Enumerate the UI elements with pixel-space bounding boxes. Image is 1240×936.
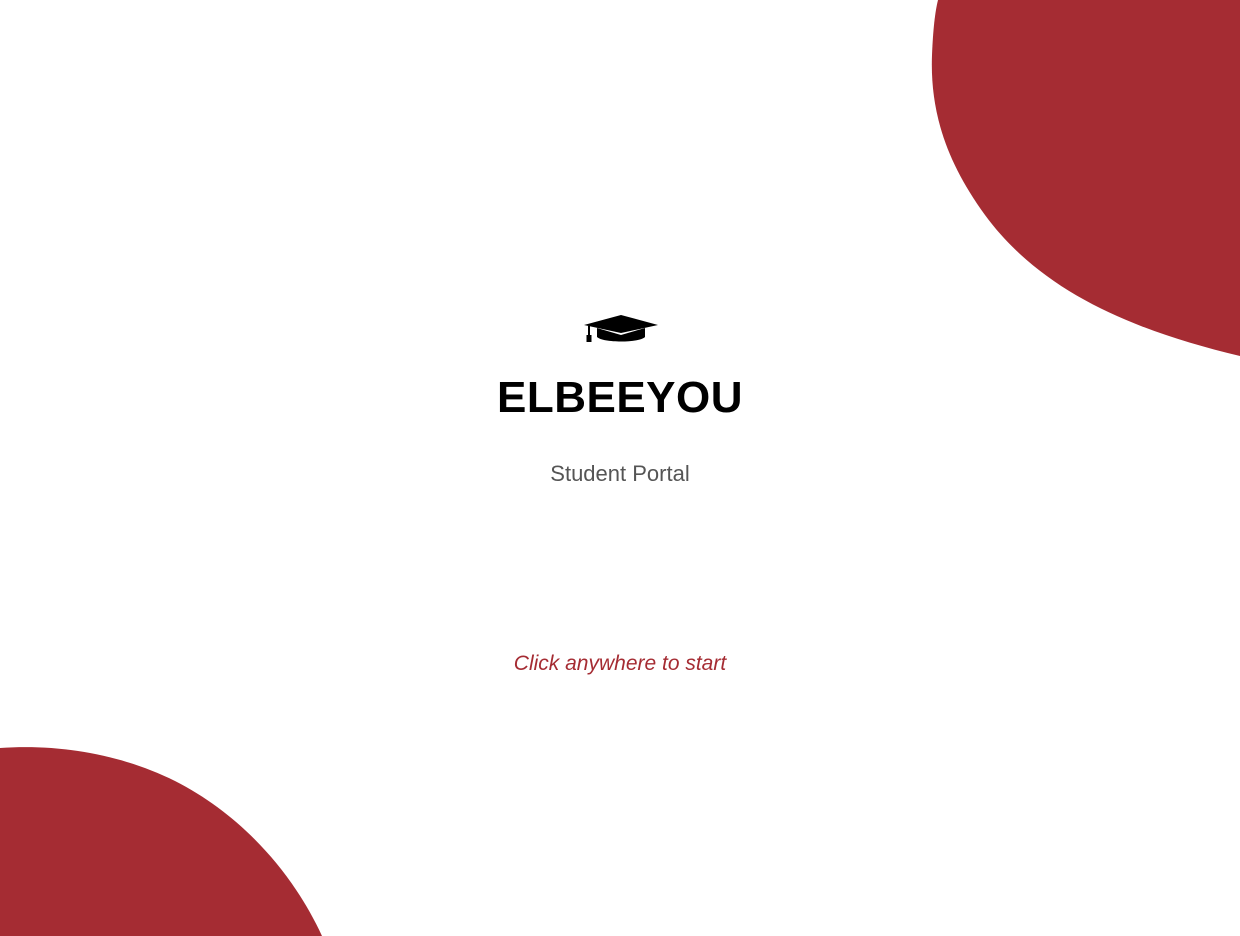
graduation-cap-icon (584, 315, 658, 342)
start-hint[interactable]: Click anywhere to start (0, 650, 1240, 678)
splash-screen[interactable]: ELBEEYOU Student Portal Click anywhere t… (0, 0, 1240, 936)
app-title: ELBEEYOU (496, 373, 744, 422)
splash-content: ELBEEYOU Student Portal Click anywhere t… (0, 0, 1240, 936)
app-subtitle: Student Portal (550, 461, 690, 486)
